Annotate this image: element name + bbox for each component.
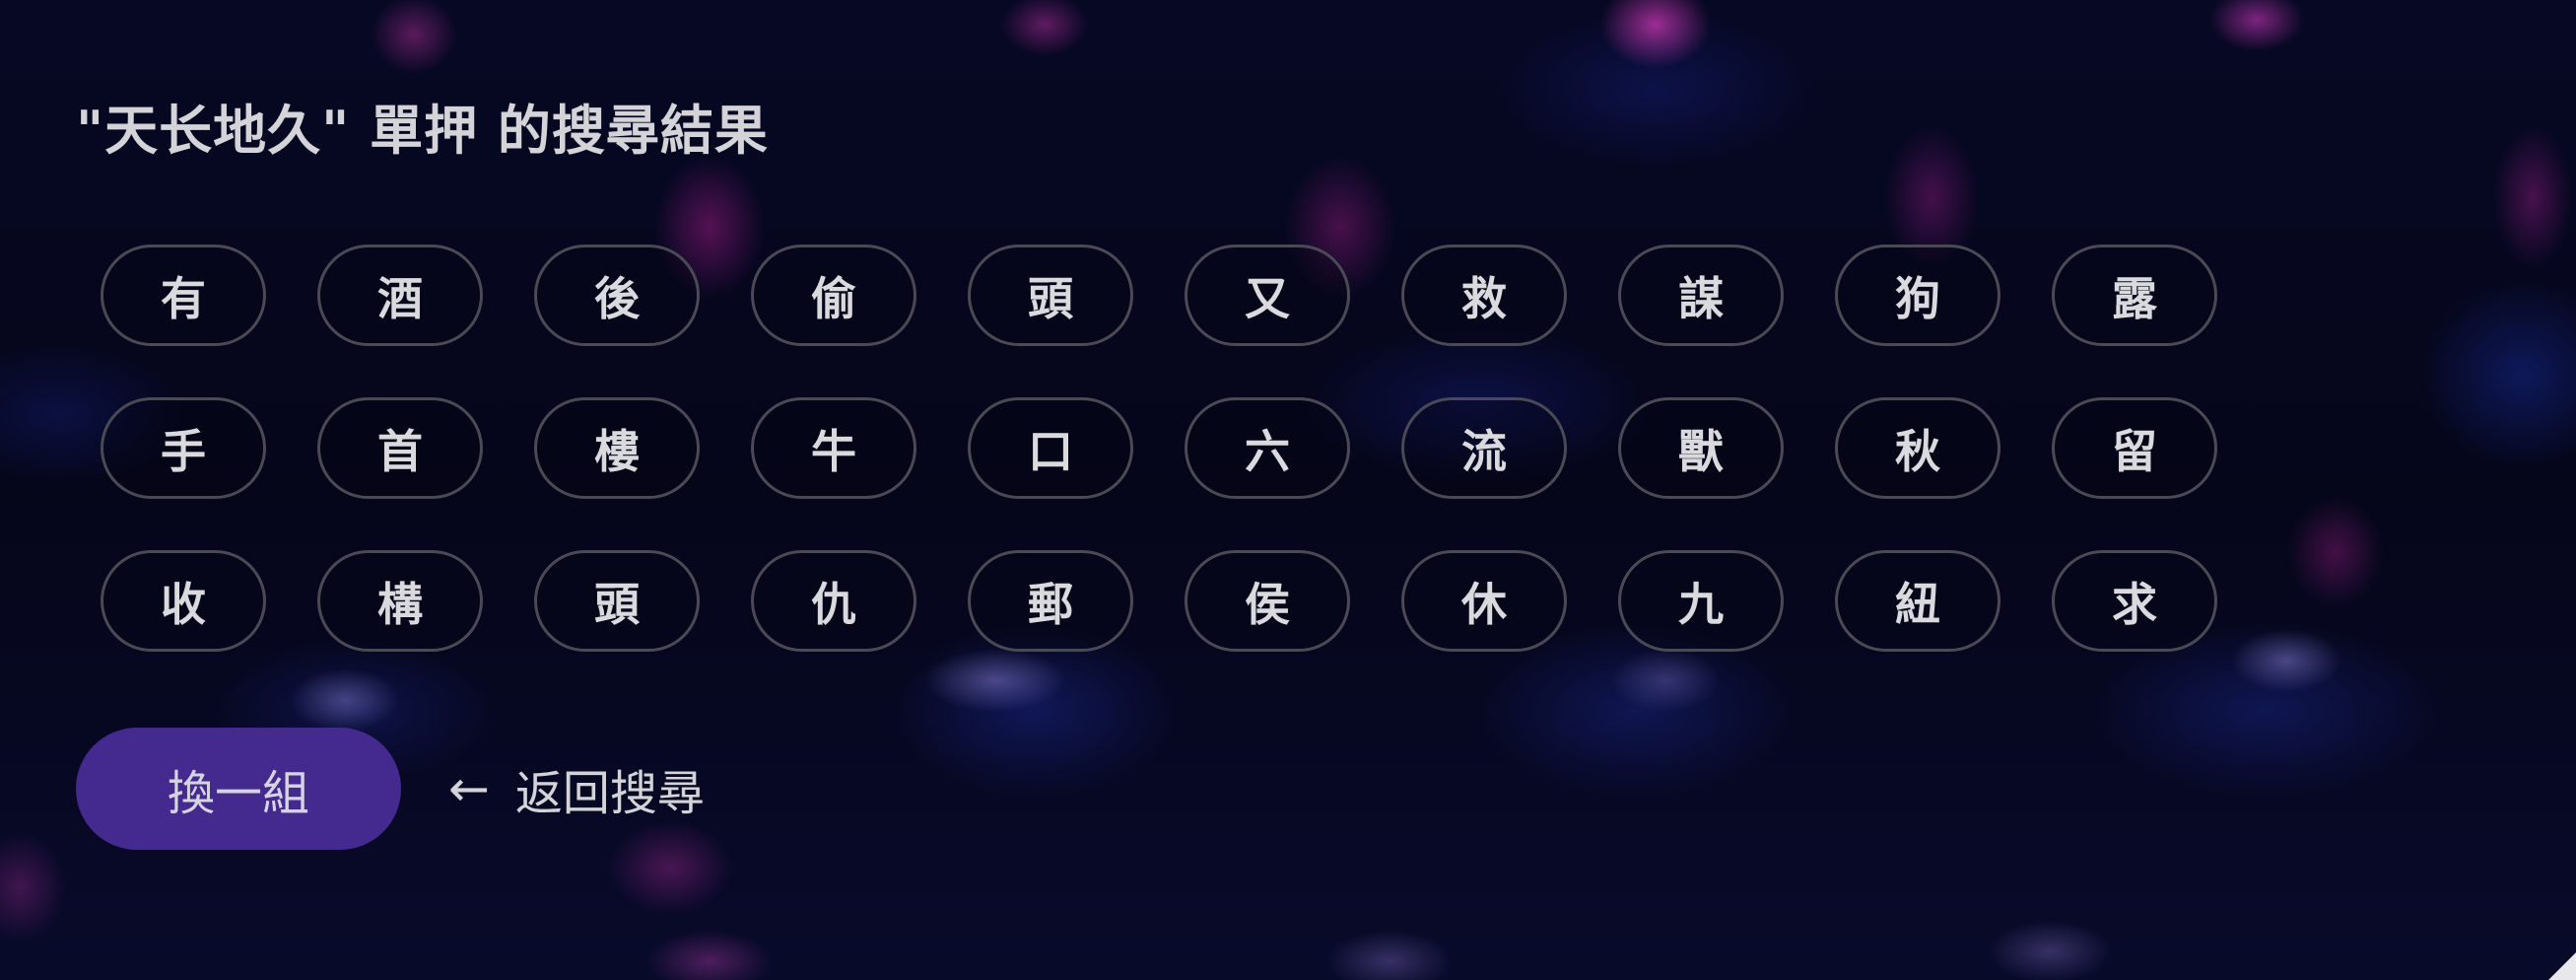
rhyme-chip[interactable]: 首 xyxy=(317,397,483,499)
rhyme-chip[interactable]: 六 xyxy=(1185,397,1350,499)
page-title: "天长地久" 單押 的搜尋結果 xyxy=(76,100,769,162)
rhyme-chip[interactable]: 秋 xyxy=(1835,397,2000,499)
rhyme-chip[interactable]: 郵 xyxy=(968,550,1133,652)
rhyme-chip[interactable]: 狗 xyxy=(1835,245,2000,346)
shuffle-button[interactable]: 換一組 xyxy=(76,728,401,850)
rhyme-chip[interactable]: 口 xyxy=(968,397,1133,499)
arrow-left-icon: ← xyxy=(448,760,490,817)
corner-decoration xyxy=(2548,952,2576,980)
rhyme-chip[interactable]: 流 xyxy=(1401,397,1567,499)
rhyme-chip[interactable]: 後 xyxy=(534,245,700,346)
rhyme-chip[interactable]: 構 xyxy=(317,550,483,652)
rhyme-chip[interactable]: 謀 xyxy=(1618,245,1784,346)
rhyme-chip[interactable]: 仇 xyxy=(751,550,916,652)
rhyme-chip[interactable]: 頭 xyxy=(534,550,700,652)
back-to-search-link[interactable]: ← 返回搜尋 xyxy=(448,757,705,821)
rhyme-chip[interactable]: 手 xyxy=(101,397,266,499)
rhyme-results-grid: 有 酒 後 偷 頭 又 救 謀 狗 露 手 首 樓 牛 口 六 流 獸 秋 留 … xyxy=(101,245,2217,652)
rhyme-chip[interactable]: 留 xyxy=(2052,397,2217,499)
rhyme-chip[interactable]: 救 xyxy=(1401,245,1567,346)
rhyme-chip[interactable]: 牛 xyxy=(751,397,916,499)
rhyme-chip[interactable]: 又 xyxy=(1185,245,1350,346)
rhyme-chip[interactable]: 九 xyxy=(1618,550,1784,652)
rhyme-chip[interactable]: 紐 xyxy=(1835,550,2000,652)
back-to-search-label: 返回搜尋 xyxy=(514,766,705,821)
rhyme-chip[interactable]: 有 xyxy=(101,245,266,346)
rhyme-chip[interactable]: 酒 xyxy=(317,245,483,346)
rhyme-chip[interactable]: 頭 xyxy=(968,245,1133,346)
rhyme-chip[interactable]: 露 xyxy=(2052,245,2217,346)
rhyme-chip[interactable]: 求 xyxy=(2052,550,2217,652)
rhyme-chip[interactable]: 收 xyxy=(101,550,266,652)
rhyme-chip[interactable]: 休 xyxy=(1401,550,1567,652)
rhyme-chip[interactable]: 偷 xyxy=(751,245,916,346)
rhyme-chip[interactable]: 侯 xyxy=(1185,550,1350,652)
rhyme-chip[interactable]: 獸 xyxy=(1618,397,1784,499)
rhyme-chip[interactable]: 樓 xyxy=(534,397,700,499)
